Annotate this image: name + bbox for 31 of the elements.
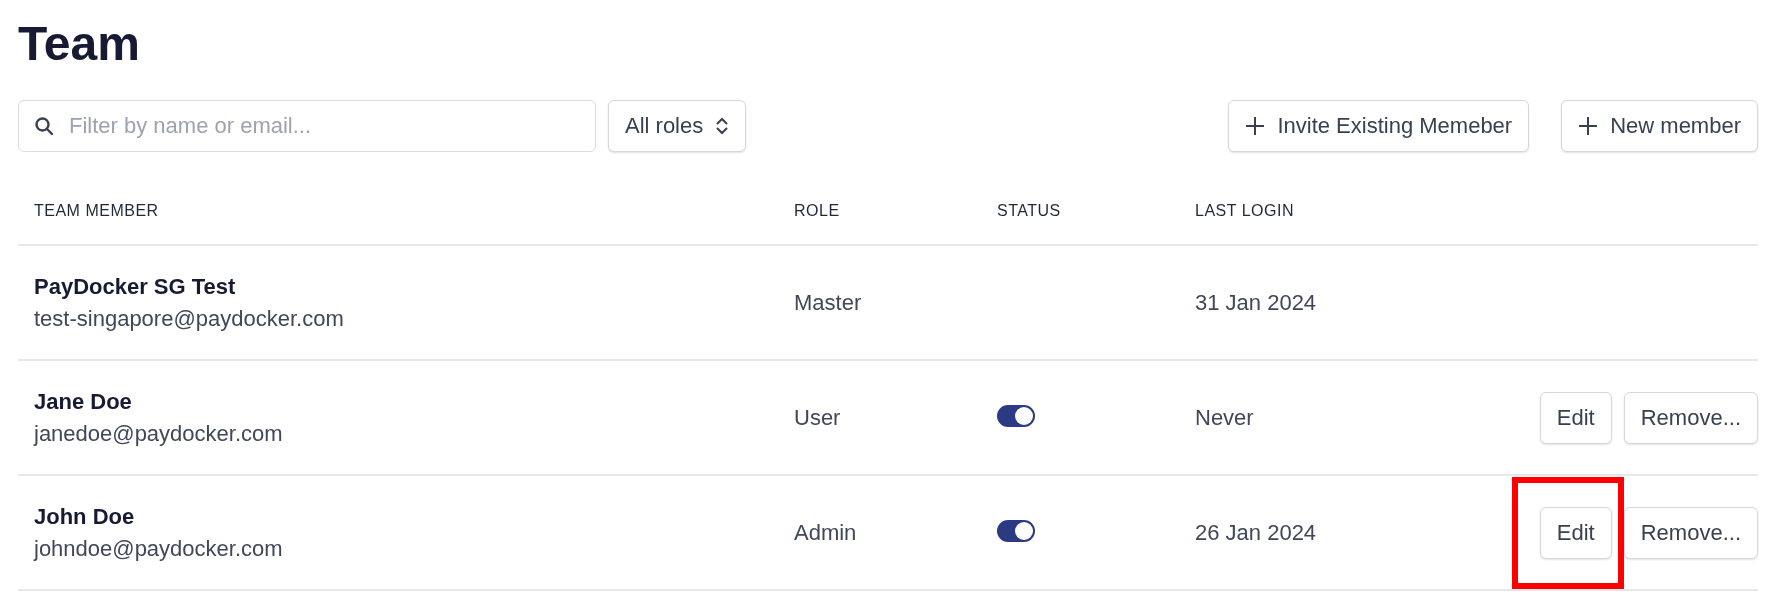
search-icon: [34, 116, 54, 136]
status-toggle[interactable]: [997, 519, 1035, 542]
member-name: John Doe: [34, 503, 136, 530]
last-login-cell-text: 26 Jan 2024: [1195, 519, 1318, 546]
status-toggle[interactable]: [997, 404, 1035, 427]
page-title: Team: [18, 16, 141, 72]
last-login-cell-text: 31 Jan 2024: [1195, 289, 1318, 316]
chevron-up-down-icon: [715, 116, 730, 136]
add-button[interactable]: Invite Existing Memeber: [1228, 100, 1530, 152]
role-cell-text: User: [794, 404, 842, 431]
row-action-button[interactable]: Edit: [1539, 391, 1612, 444]
row-action-button[interactable]: Edit: [1539, 506, 1612, 559]
role-cell-text: Master: [794, 289, 863, 316]
search-field[interactable]: Filter by name or email...: [18, 100, 596, 152]
role-select[interactable]: All roles: [608, 100, 747, 152]
role-cell-text: Admin: [794, 519, 858, 546]
row-action-button[interactable]: Remove...: [1623, 391, 1758, 444]
last-login-cell-text: Never: [1195, 404, 1255, 431]
member-name: Jane Doe: [34, 388, 133, 415]
member-email: janedoe@paydocker.com: [34, 420, 284, 447]
column-header: ROLE: [794, 202, 841, 220]
member-email: test-singapore@paydocker.com: [34, 305, 345, 332]
column-header: LAST LOGIN: [1195, 202, 1295, 220]
plus-icon: [1245, 116, 1266, 136]
member-email: johndoe@paydocker.com: [34, 535, 284, 562]
column-header: STATUS: [997, 202, 1062, 220]
row-action-button[interactable]: Remove...: [1623, 506, 1758, 559]
add-button[interactable]: New member: [1561, 100, 1758, 152]
member-name: PayDocker SG Test: [34, 273, 237, 300]
column-header: TEAM MEMBER: [34, 202, 160, 220]
plus-icon: [1578, 116, 1599, 136]
